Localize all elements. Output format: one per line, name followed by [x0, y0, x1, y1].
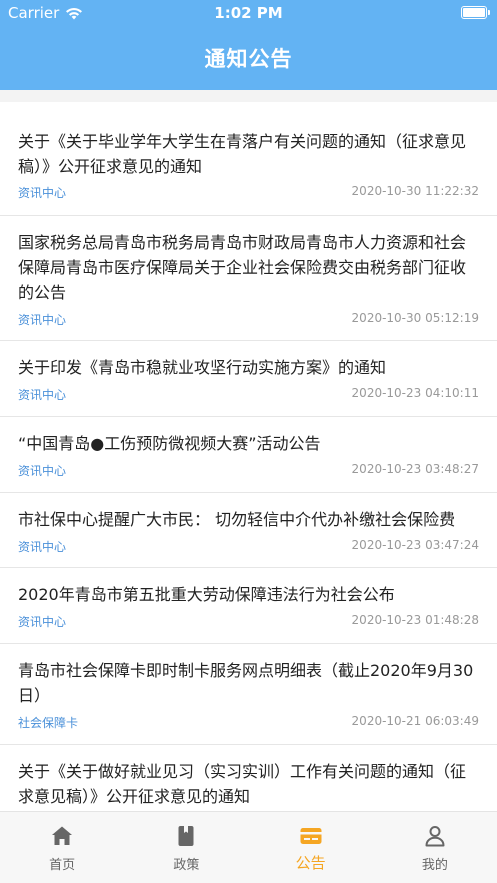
notice-item[interactable]: 2020年青岛市第五批重大劳动保障违法行为社会公布 资讯中心 2020-10-2… [0, 568, 497, 644]
notice-time: 2020-10-30 05:12:19 [351, 311, 479, 325]
tab-label: 政策 [173, 858, 200, 873]
nav-bar: 通知公告 [0, 26, 497, 90]
tab-mine[interactable]: 我的 [373, 812, 497, 883]
tab-label: 我的 [421, 858, 448, 873]
notice-time: 2020-10-23 03:48:27 [351, 462, 479, 476]
list-top-spacer [0, 90, 497, 102]
book-icon [178, 826, 194, 846]
tab-policy[interactable]: 政策 [124, 812, 248, 883]
notice-item[interactable]: “中国青岛●工伤预防微视频大赛”活动公告 资讯中心 2020-10-23 03:… [0, 417, 497, 493]
notice-item[interactable]: 关于印发《青岛市稳就业攻坚行动实施方案》的通知 资讯中心 2020-10-23 … [0, 341, 497, 417]
notice-item[interactable]: 关于《关于做好就业见习（实习实训）工作有关问题的通知（征求意见稿）》公开征求意见… [0, 745, 497, 811]
card-icon [300, 828, 322, 844]
status-bar: Carrier 1:02 PM [0, 0, 497, 26]
tab-label: 首页 [49, 858, 76, 873]
user-icon [425, 826, 445, 847]
notice-title: 2020年青岛市第五批重大劳动保障违法行为社会公布 [18, 585, 395, 604]
notice-source: 资讯中心 [18, 186, 67, 200]
notice-title: 关于《关于毕业学年大学生在青落户有关问题的通知（征求意见稿）》公开征求意见的通知 [18, 132, 467, 176]
notice-item[interactable]: 国家税务总局青岛市税务局青岛市财政局青岛市人力资源和社会保障局青岛市医疗保障局关… [0, 216, 497, 341]
notice-source: 资讯中心 [18, 313, 67, 327]
tab-home[interactable]: 首页 [0, 812, 124, 883]
notice-source: 资讯中心 [18, 615, 67, 629]
home-icon [52, 826, 73, 845]
notice-title: 关于印发《青岛市稳就业攻坚行动实施方案》的通知 [18, 358, 387, 377]
tab-label: 公告 [295, 854, 326, 872]
notice-title: 关于《关于做好就业见习（实习实训）工作有关问题的通知（征求意见稿）》公开征求意见… [18, 762, 467, 806]
notice-title: 青岛市社会保障卡即时制卡服务网点明细表（截止2020年9月30日） [18, 661, 474, 705]
notice-time: 2020-10-21 06:03:49 [351, 714, 479, 728]
notice-title: 市社保中心提醒广大市民： 切勿轻信中介代办补缴社会保险费 [18, 510, 456, 529]
tab-notice[interactable]: 公告 [249, 812, 373, 883]
battery-icon [461, 6, 490, 19]
notice-time: 2020-10-23 01:48:28 [351, 613, 479, 627]
notice-time: 2020-10-23 03:47:24 [351, 538, 479, 552]
notice-time: 2020-10-23 04:10:11 [351, 386, 479, 400]
tab-bar: 首页 政策 公告 我的 [0, 811, 497, 883]
notice-item[interactable]: 关于《关于毕业学年大学生在青落户有关问题的通知（征求意见稿）》公开征求意见的通知… [0, 102, 497, 216]
notice-source: 资讯中心 [18, 388, 67, 402]
notice-list[interactable]: 关于《关于毕业学年大学生在青落户有关问题的通知（征求意见稿）》公开征求意见的通知… [0, 102, 497, 811]
notice-time: 2020-10-30 11:22:32 [351, 184, 479, 198]
notice-title: 国家税务总局青岛市税务局青岛市财政局青岛市人力资源和社会保障局青岛市医疗保障局关… [18, 233, 467, 302]
notice-item[interactable]: 青岛市社会保障卡即时制卡服务网点明细表（截止2020年9月30日） 社会保障卡 … [0, 644, 497, 745]
status-time: 1:02 PM [214, 4, 283, 22]
notice-source: 社会保障卡 [18, 716, 79, 730]
notice-title: “中国青岛●工伤预防微视频大赛”活动公告 [18, 434, 321, 453]
notice-item[interactable]: 市社保中心提醒广大市民： 切勿轻信中介代办补缴社会保险费 资讯中心 2020-1… [0, 493, 497, 568]
notice-source: 资讯中心 [18, 540, 67, 554]
notice-source: 资讯中心 [18, 464, 67, 478]
page-title: 通知公告 [204, 47, 293, 71]
